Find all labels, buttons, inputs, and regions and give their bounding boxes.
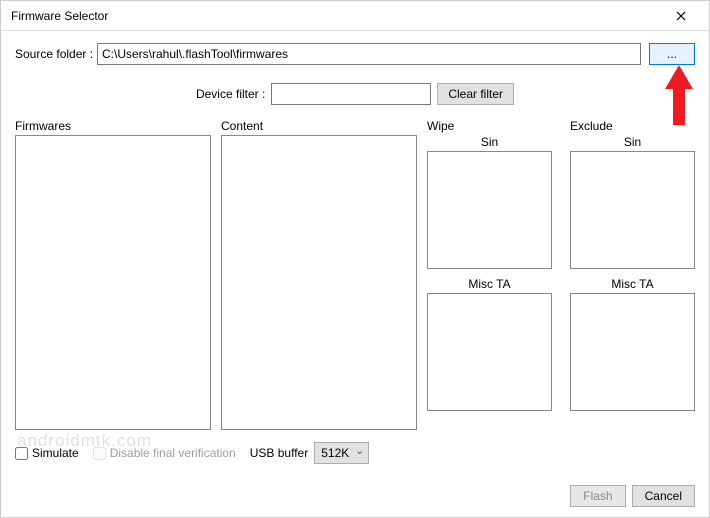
usb-buffer-group: USB buffer 512K [250,442,369,464]
source-folder-label: Source folder : [15,47,97,61]
device-filter-label: Device filter : [196,87,265,101]
close-button[interactable] [661,2,701,30]
right-area: Wipe Sin Misc TA Exclude Sin Misc TA [427,119,695,430]
watermark: androidmtk.com [17,431,152,451]
wipe-miscta-label: Misc TA [427,277,552,291]
exclude-miscta-listbox[interactable] [570,293,695,411]
firmwares-column: Firmwares [15,119,211,430]
exclude-sin-listbox[interactable] [570,151,695,269]
close-icon [676,11,686,21]
dialog-content: Source folder : ... Device filter : Clea… [1,31,709,476]
panels-area: Firmwares Content Wipe Sin Misc TA Exclu… [15,119,695,430]
firmwares-label: Firmwares [15,119,211,133]
wipe-sin-listbox[interactable] [427,151,552,269]
exclude-miscta-label: Misc TA [570,277,695,291]
firmwares-listbox[interactable] [15,135,211,430]
wipe-label: Wipe [427,119,552,133]
window-title: Firmware Selector [11,9,108,23]
wipe-sin-label: Sin [427,135,552,149]
content-column: Content [221,119,417,430]
flash-button[interactable]: Flash [570,485,625,507]
content-listbox[interactable] [221,135,417,430]
device-filter-row: Device filter : Clear filter [15,83,695,105]
source-folder-input[interactable] [97,43,641,65]
clear-filter-button[interactable]: Clear filter [437,83,514,105]
content-label: Content [221,119,417,133]
exclude-column: Exclude Sin Misc TA [570,119,695,430]
action-row: Flash Cancel [570,485,695,507]
source-folder-row: Source folder : ... [15,43,695,65]
device-filter-input[interactable] [271,83,431,105]
wipe-column: Wipe Sin Misc TA [427,119,552,430]
cancel-button[interactable]: Cancel [632,485,695,507]
usb-buffer-select[interactable]: 512K [314,442,369,464]
exclude-sin-label: Sin [570,135,695,149]
browse-button[interactable]: ... [649,43,695,65]
exclude-label: Exclude [570,119,695,133]
usb-buffer-label: USB buffer [250,446,308,460]
titlebar: Firmware Selector [1,1,709,31]
wipe-miscta-listbox[interactable] [427,293,552,411]
